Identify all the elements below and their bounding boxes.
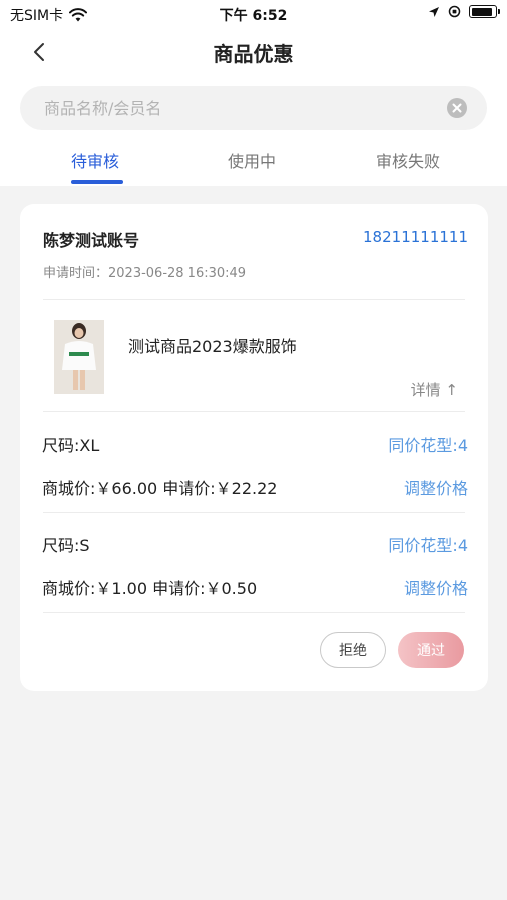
account-name: 陈梦测试账号 [43,231,140,250]
same-price-style-link[interactable]: 同价花型:4 [388,432,468,456]
page-title: 商品优惠 [213,42,294,66]
search-input[interactable] [44,86,444,130]
product-thumbnail [54,320,104,394]
price-line: 商城价:￥66.00 申请价:￥22.22 [42,479,278,498]
review-card: 陈梦测试账号 18211111111 申请时间：2023-06-28 16:30… [20,204,488,691]
orientation-lock-icon [448,5,461,18]
divider [43,512,465,513]
size-label: 尺码:S [42,536,90,555]
apply-time: 申请时间：2023-06-28 16:30:49 [43,266,247,281]
tab-review-failed[interactable]: 审核失败 [376,148,440,172]
divider [43,612,465,613]
same-price-style-link[interactable]: 同价花型:4 [388,532,468,556]
battery-icon [469,5,500,18]
active-tab-indicator [71,180,123,184]
location-arrow-icon [429,6,439,17]
clear-circle-icon[interactable] [447,98,467,118]
tab-pending-review[interactable]: 待审核 [71,148,119,172]
size-label: 尺码:XL [42,436,100,455]
price-line: 商城价:￥1.00 申请价:￥0.50 [42,579,258,598]
reject-button[interactable]: 拒绝 [320,632,386,668]
search-bar [20,86,487,130]
adjust-price-button[interactable]: 调整价格 [404,475,468,499]
approve-button[interactable]: 通过 [398,632,464,668]
product-name: 测试商品2023爆款服饰 [128,337,297,356]
tab-in-use[interactable]: 使用中 [228,148,276,172]
status-bar: 无SIM卡 下午 6:52 [0,0,507,28]
status-right [428,5,500,18]
adjust-price-button[interactable]: 调整价格 [404,575,468,599]
divider [43,299,465,300]
account-phone[interactable]: 18211111111 [363,228,468,246]
detail-toggle-button[interactable]: 详情 ↑ [411,379,458,400]
divider [43,411,465,412]
